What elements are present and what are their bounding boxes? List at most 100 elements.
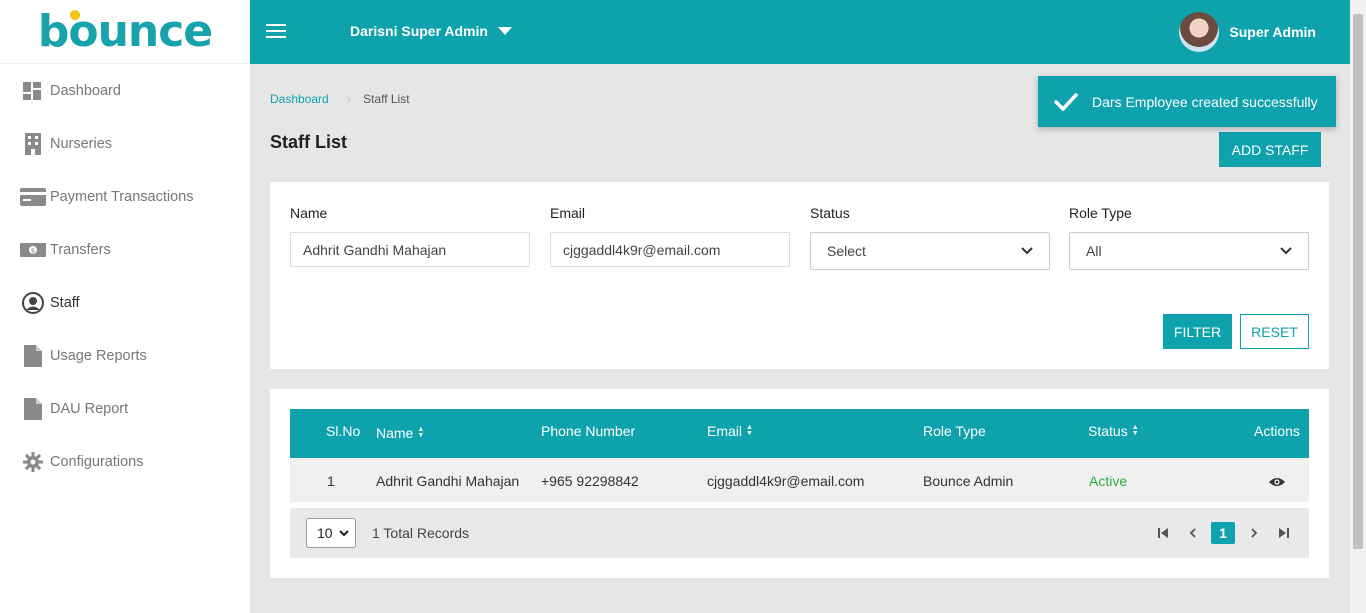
page-size-value: 10 xyxy=(317,525,333,541)
last-page-icon[interactable] xyxy=(1274,523,1294,543)
column-header-status[interactable]: Status ▲ ▼ xyxy=(1088,423,1139,439)
logo-area: bounce xyxy=(0,0,250,64)
building-icon xyxy=(20,131,46,157)
chevron-down-icon xyxy=(497,27,512,35)
user-menu[interactable]: Super Admin xyxy=(1179,12,1316,52)
sidebar-item-dashboard[interactable]: Dashboard xyxy=(0,64,250,117)
sidebar-nav: Dashboard Nurseries Payment Transactions… xyxy=(0,64,250,488)
sidebar-item-label: Configurations xyxy=(50,453,144,470)
sidebar-item-usage-reports[interactable]: Usage Reports xyxy=(0,329,250,382)
table-row: 1 Adhrit Gandhi Mahajan +965 92298842 cj… xyxy=(290,458,1309,502)
sidebar-item-label: Transfers xyxy=(50,241,111,258)
role-type-filter: Role Type All xyxy=(1069,205,1309,270)
table-header: Sl.No Name ▲ ▼ Phone Number Email ▲ ▼ Role T… xyxy=(290,409,1309,458)
role-type-select[interactable]: All xyxy=(1069,232,1309,270)
pagination-bar: 10 1 Total Records 1 xyxy=(290,508,1309,558)
file-icon xyxy=(20,343,46,369)
column-label: Status xyxy=(1088,423,1128,439)
name-input[interactable]: Adhrit Gandhi Mahajan xyxy=(290,232,530,267)
column-header-phone: Phone Number xyxy=(541,423,635,439)
cell-email: cjggaddl4k9r@email.com xyxy=(707,473,865,489)
chevron-down-icon xyxy=(1021,247,1033,255)
credit-card-icon xyxy=(20,184,46,210)
avatar xyxy=(1179,12,1220,52)
staff-table-panel: Sl.No Name ▲ ▼ Phone Number Email ▲ ▼ Role T… xyxy=(270,389,1329,578)
hamburger-menu-icon[interactable] xyxy=(266,24,286,40)
status-filter: Status Select xyxy=(810,205,1050,270)
logo-dot xyxy=(69,10,80,20)
first-page-icon[interactable] xyxy=(1153,523,1173,543)
column-label: Name xyxy=(376,425,414,441)
prev-page-icon[interactable] xyxy=(1183,523,1203,543)
sidebar-item-label: Staff xyxy=(50,294,80,311)
role-type-select-value: All xyxy=(1086,243,1102,259)
user-name: Super Admin xyxy=(1229,24,1316,40)
column-header-name[interactable]: Name ▲ ▼ xyxy=(376,425,424,441)
next-page-icon[interactable] xyxy=(1244,523,1264,543)
view-eye-icon[interactable] xyxy=(1269,474,1285,490)
sidebar-item-label: DAU Report xyxy=(50,400,129,417)
column-label: Actions xyxy=(1254,423,1300,439)
sidebar-item-payment-transactions[interactable]: Payment Transactions xyxy=(0,170,250,223)
sidebar-item-label: Nurseries xyxy=(50,135,113,152)
org-switcher[interactable]: Darisni Super Admin xyxy=(350,23,512,39)
org-name: Darisni Super Admin xyxy=(350,23,488,39)
column-label: Sl.No xyxy=(326,423,361,439)
name-filter-label: Name xyxy=(290,205,328,221)
bounce-logo[interactable]: bounce xyxy=(37,6,213,57)
column-header-role-type: Role Type xyxy=(923,423,986,439)
breadcrumb: Dashboard › Staff List xyxy=(270,91,410,106)
email-filter: Email cjggaddl4k9r@email.com xyxy=(550,205,790,267)
cell-phone: +965 92298842 xyxy=(541,473,639,489)
breadcrumb-current: Staff List xyxy=(363,91,410,106)
check-icon xyxy=(1054,92,1078,111)
user-circle-icon xyxy=(20,290,46,316)
chevron-right-icon: › xyxy=(346,91,352,106)
reset-button[interactable]: RESET xyxy=(1240,314,1309,349)
add-staff-button[interactable]: ADD STAFF xyxy=(1219,132,1321,167)
breadcrumb-dashboard-link[interactable]: Dashboard xyxy=(270,92,329,106)
chevron-down-icon xyxy=(339,529,349,536)
status-filter-label: Status xyxy=(810,205,850,221)
sidebar-item-label: Usage Reports xyxy=(50,347,147,364)
success-toast[interactable]: Dars Employee created successfully xyxy=(1038,76,1336,127)
column-header-actions: Actions xyxy=(1254,423,1300,439)
filter-panel: Name Adhrit Gandhi Mahajan Email cjggadd… xyxy=(270,182,1329,369)
sidebar-item-nurseries[interactable]: Nurseries xyxy=(0,117,250,170)
filter-button[interactable]: FILTER xyxy=(1163,314,1232,349)
current-page-button[interactable]: 1 xyxy=(1211,522,1235,544)
status-select[interactable]: Select xyxy=(810,232,1050,270)
sidebar-item-dau-report[interactable]: DAU Report xyxy=(0,382,250,435)
email-filter-label: Email xyxy=(550,205,586,221)
column-label: Email xyxy=(707,423,743,439)
toast-message: Dars Employee created successfully xyxy=(1092,93,1318,110)
email-input[interactable]: cjggaddl4k9r@email.com xyxy=(550,232,790,267)
sidebar-item-configurations[interactable]: Configurations xyxy=(0,435,250,488)
sort-icon: ▲ ▼ xyxy=(417,426,425,439)
top-header: Darisni Super Admin Super Admin xyxy=(250,0,1350,64)
column-header-slno: Sl.No xyxy=(326,423,360,439)
page-title: Staff List xyxy=(270,132,348,152)
name-filter: Name Adhrit Gandhi Mahajan xyxy=(290,205,530,267)
status-select-value: Select xyxy=(827,243,866,259)
sort-icon: ▲ ▼ xyxy=(1131,424,1139,437)
sidebar: bounce Dashboard Nurseries Payment Trans… xyxy=(0,0,250,613)
gear-icon xyxy=(20,449,46,475)
total-records: 1 Total Records xyxy=(372,525,470,541)
svg-text:$: $ xyxy=(31,247,35,255)
sidebar-item-transfers[interactable]: $ Transfers xyxy=(0,223,250,276)
page-size-select[interactable]: 10 xyxy=(306,518,356,548)
logo-text: bounce xyxy=(37,6,213,57)
page-scrollbar[interactable] xyxy=(1350,0,1366,613)
column-header-email[interactable]: Email ▲ ▼ xyxy=(707,423,753,439)
file-icon xyxy=(20,396,46,422)
money-icon: $ xyxy=(20,237,46,263)
cell-slno: 1 xyxy=(327,473,335,489)
sidebar-item-staff[interactable]: Staff xyxy=(0,276,250,329)
sidebar-item-label: Dashboard xyxy=(50,82,121,99)
sidebar-item-label: Payment Transactions xyxy=(50,188,194,205)
scrollbar-thumb[interactable] xyxy=(1353,14,1363,549)
sort-icon: ▲ ▼ xyxy=(746,424,753,437)
cell-role-type: Bounce Admin xyxy=(923,473,1014,489)
status-badge: Active xyxy=(1089,473,1128,489)
